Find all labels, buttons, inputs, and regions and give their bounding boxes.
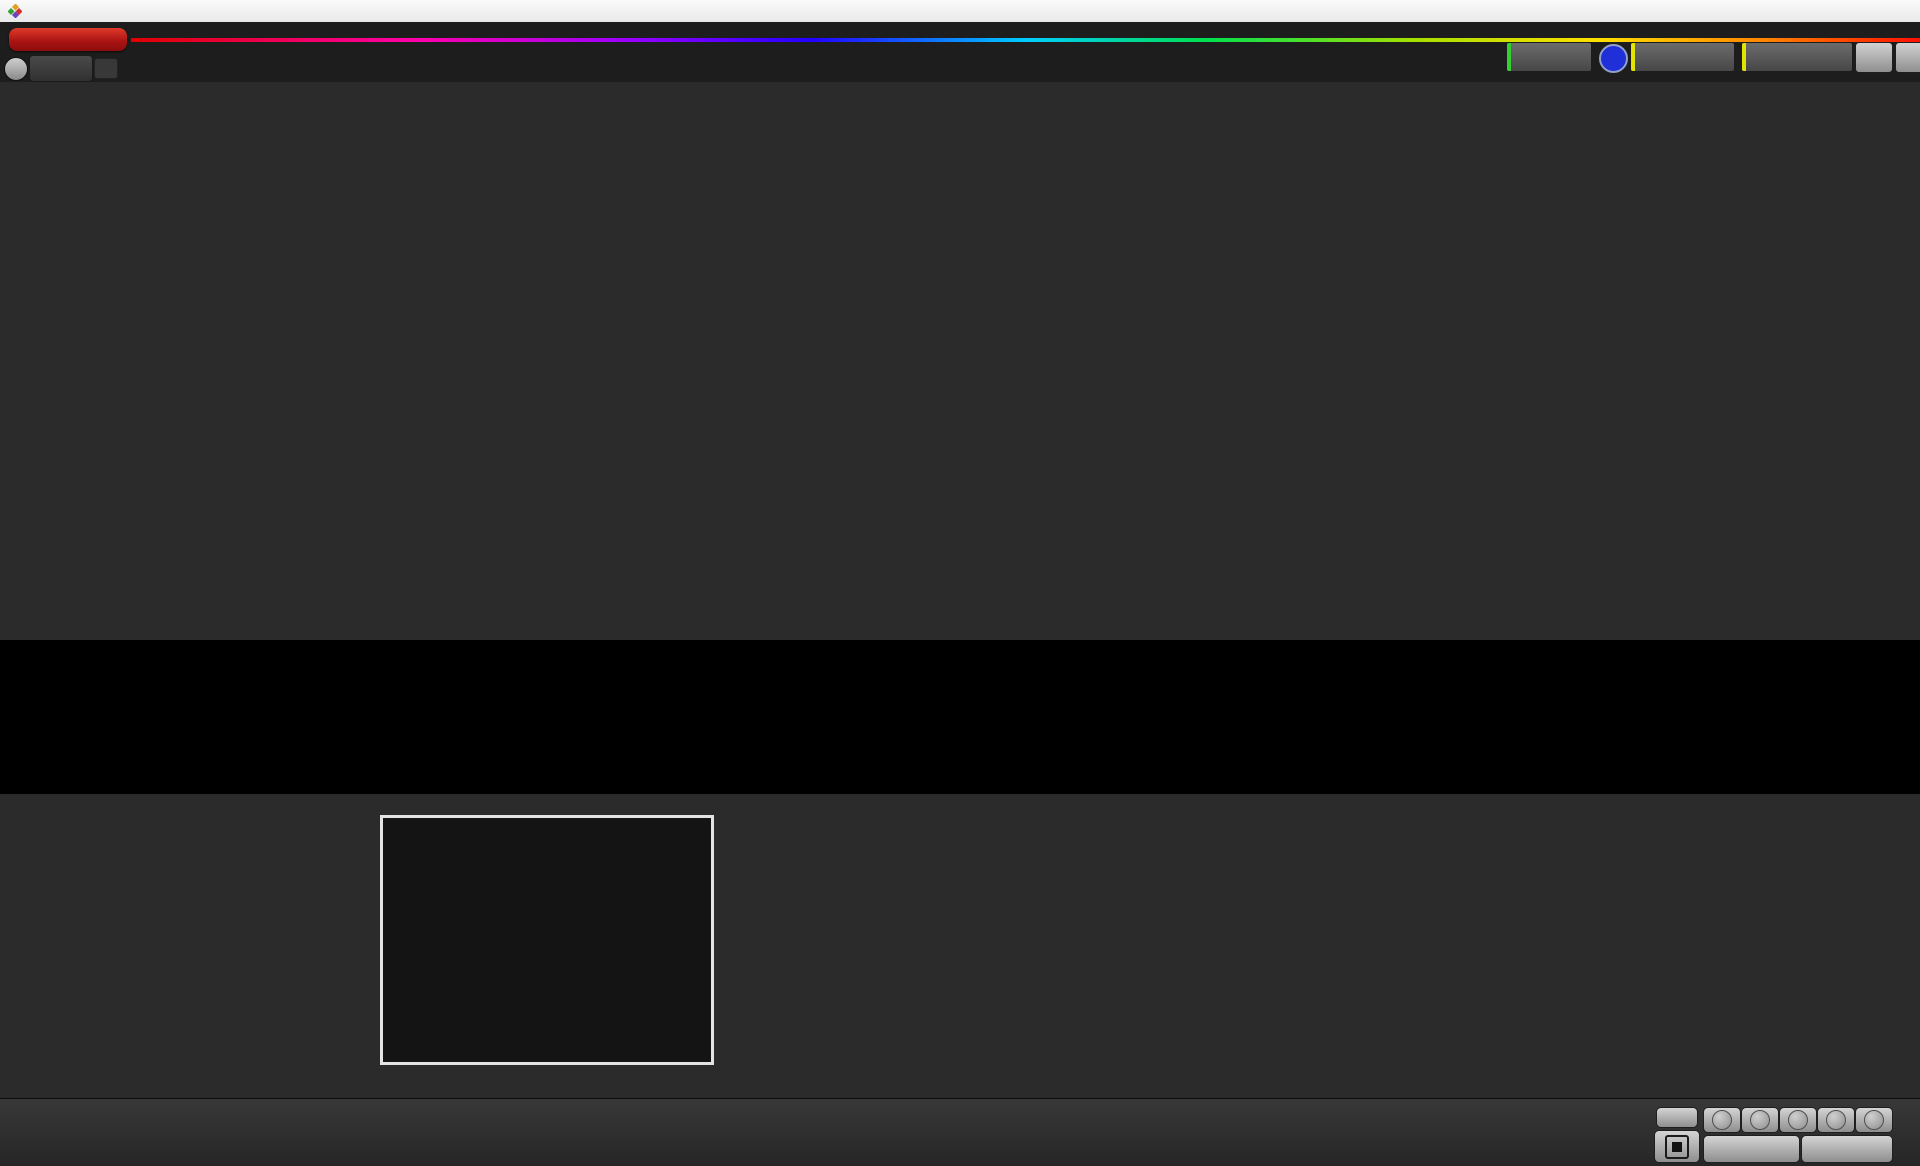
meter-status-badge[interactable]: [1599, 44, 1628, 73]
calman-menu-button[interactable]: [9, 28, 127, 51]
bottom-bar: [0, 1098, 1920, 1166]
source-label: [1635, 55, 1641, 59]
history-play-button[interactable]: [4, 57, 28, 81]
infinity-icon: [1826, 1110, 1846, 1130]
stop-icon: [1712, 1110, 1732, 1130]
add-tab-button[interactable]: [94, 58, 118, 79]
settings-button[interactable]: [1855, 42, 1893, 73]
loop-icon: [1864, 1110, 1884, 1130]
minimize-button[interactable]: [1786, 0, 1830, 22]
grayscale-strip: [0, 640, 1920, 794]
loop-button[interactable]: [1855, 1107, 1893, 1133]
continuous-button[interactable]: [1817, 1107, 1855, 1133]
stop-button[interactable]: [1703, 1107, 1741, 1133]
window-titlebar: [0, 0, 1920, 23]
meter-dropdown[interactable]: [1506, 42, 1592, 72]
back-button[interactable]: [1703, 1135, 1800, 1163]
collapse-up-button[interactable]: [1656, 1107, 1698, 1128]
app-icon: [8, 4, 22, 18]
source-dropdown[interactable]: [1630, 42, 1735, 72]
tab-history-1[interactable]: [29, 55, 93, 82]
interval-icon: [1788, 1110, 1808, 1130]
calman-app: [0, 0, 1920, 1166]
gamma-loglog-chart: [1172, 156, 1896, 592]
deltae-2000-chart: [20, 232, 420, 594]
pattern-window-icon: [1665, 1135, 1689, 1159]
display-control-label: [1746, 55, 1752, 59]
rgb-balance-chart: [445, 156, 1155, 592]
pattern-window-button[interactable]: [1654, 1130, 1700, 1163]
cie-chart: [380, 815, 714, 1065]
play-icon: [1750, 1110, 1770, 1130]
maximize-button[interactable]: [1830, 0, 1874, 22]
collapse-panel-button[interactable]: [1895, 42, 1920, 73]
display-control-dropdown[interactable]: [1741, 42, 1853, 72]
next-button[interactable]: [1801, 1135, 1893, 1163]
close-button[interactable]: [1874, 0, 1918, 22]
interval-button[interactable]: [1779, 1107, 1817, 1133]
play-button[interactable]: [1741, 1107, 1779, 1133]
